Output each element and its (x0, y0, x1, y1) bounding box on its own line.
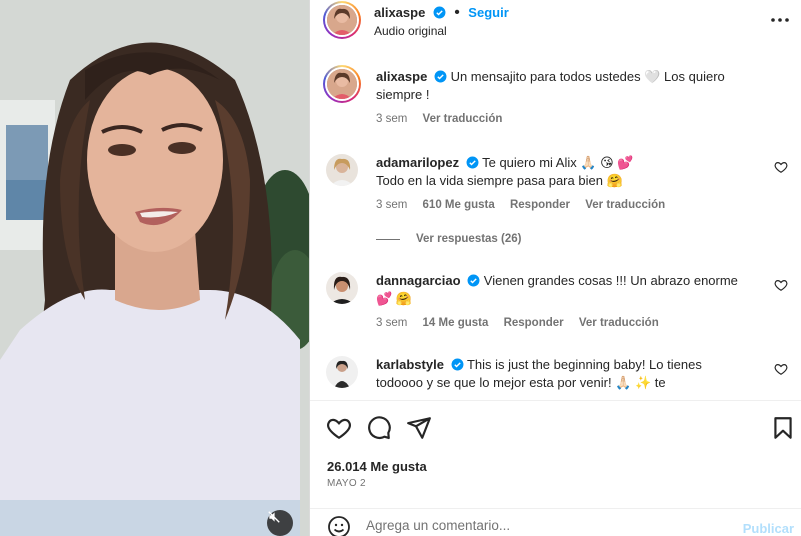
comment-likes[interactable]: 14 Me gusta (423, 317, 489, 329)
view-replies-label: Ver respuestas (26) (416, 233, 522, 245)
reply-button[interactable]: Responder (510, 199, 570, 211)
comment-input[interactable] (366, 518, 716, 533)
caption-text: Un mensajito para todos ustedes 🤍 Los qu… (376, 69, 725, 102)
video-player[interactable] (0, 0, 309, 536)
speaker-muted-icon (268, 511, 280, 523)
commenter-username[interactable]: karlabstyle (376, 357, 444, 372)
add-comment-bar: Publicar (310, 508, 801, 536)
commenter-avatar[interactable] (326, 356, 358, 388)
comment-text-line2: todoooo y se que lo mejor esta por venir… (376, 375, 666, 390)
verified-badge-icon (466, 156, 479, 169)
caption-translate-link[interactable]: Ver traducción (423, 113, 503, 125)
comment-bubble-icon[interactable] (366, 415, 392, 441)
post-panel: alixaspe • Seguir Audio original alixasp… (309, 0, 801, 536)
emoji-smile-icon[interactable] (327, 515, 351, 536)
separator-dot: • (454, 4, 460, 21)
post-comment-button[interactable]: Publicar (743, 521, 794, 536)
translate-link[interactable]: Ver traducción (585, 199, 665, 211)
comment-text: This is just the beginning baby! Lo tien… (466, 357, 702, 372)
commenter-avatar[interactable] (326, 154, 358, 186)
comment-text: Vienen grandes cosas !!! Un abrazo enorm… (483, 273, 738, 288)
commenter-username[interactable]: adamarilopez (376, 155, 459, 170)
likes-count[interactable]: 26.014 Me gusta (327, 459, 427, 474)
follow-button[interactable]: Seguir (468, 5, 508, 20)
audio-label[interactable]: Audio original (374, 24, 447, 38)
like-heart-icon[interactable] (326, 415, 352, 441)
replies-divider (376, 238, 400, 240)
verified-badge-icon (451, 358, 464, 371)
translate-link[interactable]: Ver traducción (579, 317, 659, 329)
comment-like-heart-icon[interactable] (774, 362, 788, 376)
caption-username[interactable]: alixaspe (376, 69, 427, 84)
more-horizontal-icon (771, 18, 789, 22)
share-paper-plane-icon[interactable] (406, 415, 432, 441)
caption-avatar[interactable] (323, 65, 361, 103)
comment-text-line2: Todo en la vida siempre pasa para bien 🤗 (376, 173, 623, 188)
post-header: alixaspe • Seguir Audio original (310, 0, 801, 45)
reply-button[interactable]: Responder (504, 317, 564, 329)
comments-list[interactable]: alixaspe Un mensajito para todos ustedes… (310, 58, 801, 400)
comment-text: Te quiero mi Alix 🙏🏻 😘 💕 (482, 155, 634, 170)
author-username[interactable]: alixaspe (374, 5, 425, 20)
commenter-username[interactable]: dannagarciao (376, 273, 461, 288)
save-bookmark-icon[interactable] (770, 415, 796, 441)
post-date[interactable]: MAYO 2 (327, 478, 366, 489)
video-frame (0, 0, 309, 536)
verified-badge-icon (467, 274, 480, 287)
comment-like-heart-icon[interactable] (774, 278, 788, 292)
mute-button[interactable] (267, 510, 293, 536)
commenter-avatar[interactable] (326, 272, 358, 304)
comment-like-heart-icon[interactable] (774, 160, 788, 174)
comment-text-line2: 💕 🤗 (376, 291, 412, 306)
author-avatar[interactable] (323, 1, 361, 39)
view-replies-button[interactable]: Ver respuestas (26) (376, 233, 521, 245)
comment-likes[interactable]: 610 Me gusta (423, 199, 495, 211)
comment-time[interactable]: 3 sem (376, 199, 407, 211)
caption-time[interactable]: 3 sem (376, 113, 407, 125)
verified-badge-icon (434, 70, 447, 83)
verified-badge-icon (433, 6, 446, 19)
comment-time[interactable]: 3 sem (376, 317, 407, 329)
more-options-button[interactable] (770, 10, 790, 30)
